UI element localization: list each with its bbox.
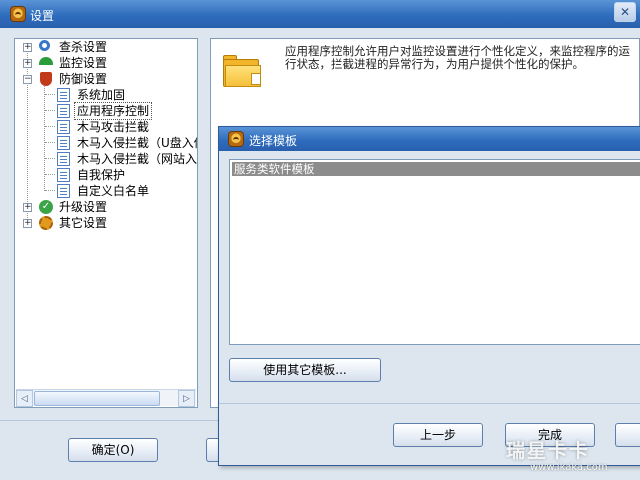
dialog-title: 选择模板 (249, 134, 298, 148)
scroll-left-arrow-icon[interactable]: ◁ (16, 390, 33, 407)
search-icon (39, 40, 50, 51)
tree-item-label: 木马入侵拦截（U盘入侵 (77, 136, 198, 150)
tree-item-system-hardening[interactable]: 系统加固 (57, 87, 197, 103)
document-icon (57, 136, 70, 150)
tree-item-label: 系统加固 (77, 88, 126, 102)
expand-toggle[interactable]: + (23, 43, 32, 52)
expand-toggle[interactable]: + (23, 59, 32, 68)
tree-item-trojan-attack-block[interactable]: 木马攻击拦截 (57, 119, 197, 135)
tree-item-label: 防御设置 (59, 72, 108, 86)
document-icon (57, 88, 70, 102)
tree-connector-line (45, 142, 55, 143)
document-icon (57, 152, 70, 166)
tree-item-label: 自我保护 (77, 168, 126, 182)
dialog-titlebar[interactable]: 选择模板 (219, 127, 640, 151)
tree-item-other-settings[interactable]: + 其它设置 (23, 215, 193, 231)
tree-item-label: 升级设置 (59, 200, 108, 214)
app-logo-icon (10, 6, 26, 22)
tree-connector-line (44, 86, 45, 191)
template-list-item[interactable]: 服务类软件模板 (232, 162, 640, 176)
watermark-text: 瑞星卡卡 (506, 440, 591, 462)
shield-icon (40, 72, 52, 86)
tree-item-trojan-web-block[interactable]: 木马入侵拦截（网站入侵 (57, 151, 197, 167)
expand-toggle[interactable]: + (23, 203, 32, 212)
tree-item-label: 监控设置 (59, 56, 108, 70)
tree-connector-line (45, 110, 55, 111)
tree-item-custom-whitelist[interactable]: 自定义白名单 (57, 183, 197, 199)
use-other-template-button[interactable]: 使用其它模板... (229, 358, 381, 382)
ok-button[interactable]: 确定(O) (68, 438, 158, 462)
watermark-url: www.ikaka.com (530, 462, 608, 473)
document-icon (57, 104, 70, 118)
scrollbar-thumb[interactable] (34, 391, 160, 406)
watermark: 瑞星卡卡 www.ikaka.com (498, 428, 640, 480)
select-template-dialog: 选择模板 服务类软件模板 使用其它模板... 上一步 完成 (218, 126, 640, 466)
scroll-right-arrow-icon[interactable]: ▷ (178, 390, 195, 407)
document-icon (57, 168, 70, 182)
app-logo-icon (228, 131, 244, 147)
previous-step-button[interactable]: 上一步 (393, 423, 483, 447)
document-icon (57, 120, 70, 134)
tree-item-label: 其它设置 (59, 216, 108, 230)
tree-item-app-control[interactable]: 应用程序控制 (57, 102, 197, 120)
gear-icon (39, 216, 53, 230)
tree-connector-line (45, 126, 55, 127)
collapse-toggle[interactable]: − (23, 75, 32, 84)
tree-horizontal-scrollbar[interactable]: ◁ ▷ (16, 389, 196, 407)
umbrella-icon (39, 57, 53, 65)
document-icon (57, 184, 70, 198)
tree-connector-line (45, 158, 55, 159)
tree-connector-line (45, 190, 55, 191)
tree-item-trojan-usb-block[interactable]: 木马入侵拦截（U盘入侵 (57, 135, 197, 151)
tree-item-defense-settings[interactable]: − 防御设置 (23, 71, 193, 87)
check-icon: ✓ (39, 200, 53, 214)
tree-item-label: 木马攻击拦截 (77, 120, 150, 134)
tree-item-monitor-settings[interactable]: + 监控设置 (23, 55, 193, 71)
folder-icon (223, 55, 263, 87)
tree-connector-line (45, 94, 55, 95)
close-button[interactable]: ✕ (614, 2, 636, 22)
settings-tree: + 查杀设置 + 监控设置 − 防御设置 系统加固 应用程序控制 木马攻击拦截 … (14, 38, 198, 408)
feature-description: 应用程序控制允许用户对监控设置进行个性化定义，来监控程序的运行状态，拦截进程的异… (285, 44, 630, 71)
tree-item-update-settings[interactable]: + ✓ 升级设置 (23, 199, 193, 215)
tree-item-label: 应用程序控制 (73, 102, 153, 120)
tree-item-scan-settings[interactable]: + 查杀设置 (23, 39, 193, 55)
template-list[interactable]: 服务类软件模板 (229, 159, 640, 345)
tree-item-self-protection[interactable]: 自我保护 (57, 167, 197, 183)
tree-item-label: 自定义白名单 (77, 184, 150, 198)
tree-connector-line (45, 174, 55, 175)
tree-item-label: 查杀设置 (59, 40, 108, 54)
tree-item-label: 木马入侵拦截（网站入侵 (77, 152, 198, 166)
window-title: 设置 (30, 9, 55, 23)
expand-toggle[interactable]: + (23, 219, 32, 228)
window-titlebar[interactable]: 设置 ✕ (0, 0, 640, 28)
